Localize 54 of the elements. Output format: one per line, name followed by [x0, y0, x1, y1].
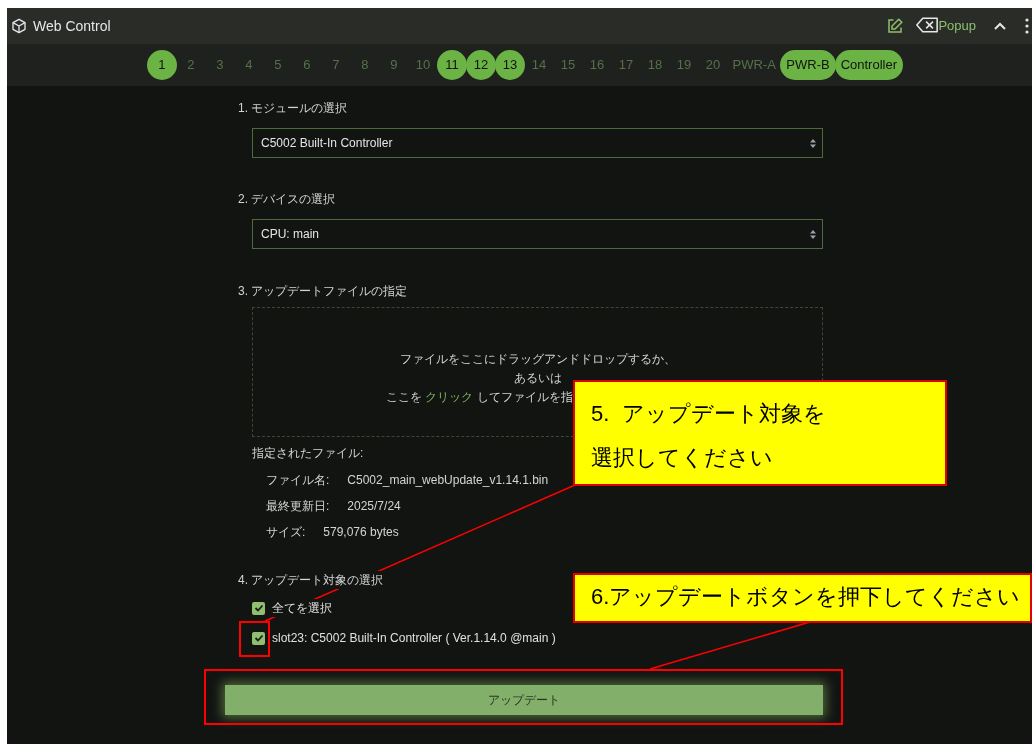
section-label: 2. デバイスの選択 — [238, 191, 337, 208]
highlight-frame — [239, 621, 270, 657]
slot-tab[interactable]: 11 — [436, 50, 467, 80]
checkbox-label: 全てを選択 — [272, 599, 332, 617]
slot-tab[interactable]: 17 — [611, 50, 641, 80]
select-field[interactable]: CPU: main — [252, 219, 823, 249]
checkbox[interactable] — [252, 631, 265, 645]
slot-tab[interactable]: PWR-B — [780, 50, 836, 80]
slot-tab[interactable]: 19 — [669, 50, 699, 80]
click-link[interactable]: クリック — [425, 389, 474, 404]
slot-tab[interactable]: 13 — [494, 50, 525, 80]
sort-icon — [810, 138, 816, 148]
more-button[interactable] — [1024, 17, 1030, 35]
slot-tab[interactable]: 14 — [524, 50, 554, 80]
cube-icon — [11, 18, 27, 34]
slot-tab[interactable]: Controller — [834, 50, 903, 80]
slot-tab[interactable]: 18 — [640, 50, 670, 80]
slot-tab[interactable]: 4 — [234, 50, 264, 80]
field-label: サイズ: — [266, 523, 306, 541]
section-label: 1. モジュールの選択 — [238, 100, 349, 117]
chevron-up-icon — [993, 21, 1007, 31]
slot-tab[interactable]: PWR-A — [727, 50, 781, 80]
drop-hint: ファイルをここにドラッグアンドドロップするか、 — [399, 350, 676, 368]
slot-tab[interactable]: 12 — [465, 50, 496, 80]
section-label: 3. アップデートファイルの指定 — [238, 283, 409, 300]
slot-tab[interactable]: 20 — [698, 50, 728, 80]
slot-tab[interactable]: 7 — [321, 50, 351, 80]
clear-icon — [916, 16, 939, 33]
drop-hint: ここを クリック してファイルを指 — [386, 388, 573, 406]
slot-tab[interactable]: 3 — [205, 50, 235, 80]
slot-tab[interactable]: 6 — [292, 50, 322, 80]
more-icon — [1025, 18, 1029, 34]
select-field[interactable]: C5002 Built-In Controller — [252, 128, 823, 158]
checkbox[interactable] — [252, 601, 265, 615]
file-heading: 指定されたファイル: — [252, 445, 364, 462]
slot-tab[interactable]: 1 — [146, 50, 177, 80]
field-label: 最終更新日: — [266, 497, 330, 515]
slot-tab[interactable]: 15 — [553, 50, 583, 80]
sort-icon — [810, 229, 816, 239]
callout-tooltip: 5. アップデート対象を 選択してください — [573, 380, 947, 486]
slot-tab[interactable]: 8 — [350, 50, 380, 80]
field-label: ファイル名: — [266, 471, 330, 489]
window-title: Web Control — [33, 16, 111, 36]
slot-tab[interactable]: 9 — [379, 50, 409, 80]
popup-button[interactable]: Popup — [916, 16, 976, 36]
section-label: 4. アップデート対象の選択 — [238, 571, 384, 589]
update-button[interactable]: アップデート — [225, 685, 823, 715]
callout-tooltip: 6.アップデートボタンを押下してください — [573, 573, 1032, 623]
slot-tab[interactable]: 2 — [176, 50, 206, 80]
slot-tab[interactable]: 16 — [582, 50, 612, 80]
drop-hint: あるいは — [513, 369, 562, 387]
slot-tab[interactable]: 5 — [263, 50, 293, 80]
slot-tab[interactable]: 10 — [408, 50, 438, 80]
edit-icon — [886, 17, 905, 35]
